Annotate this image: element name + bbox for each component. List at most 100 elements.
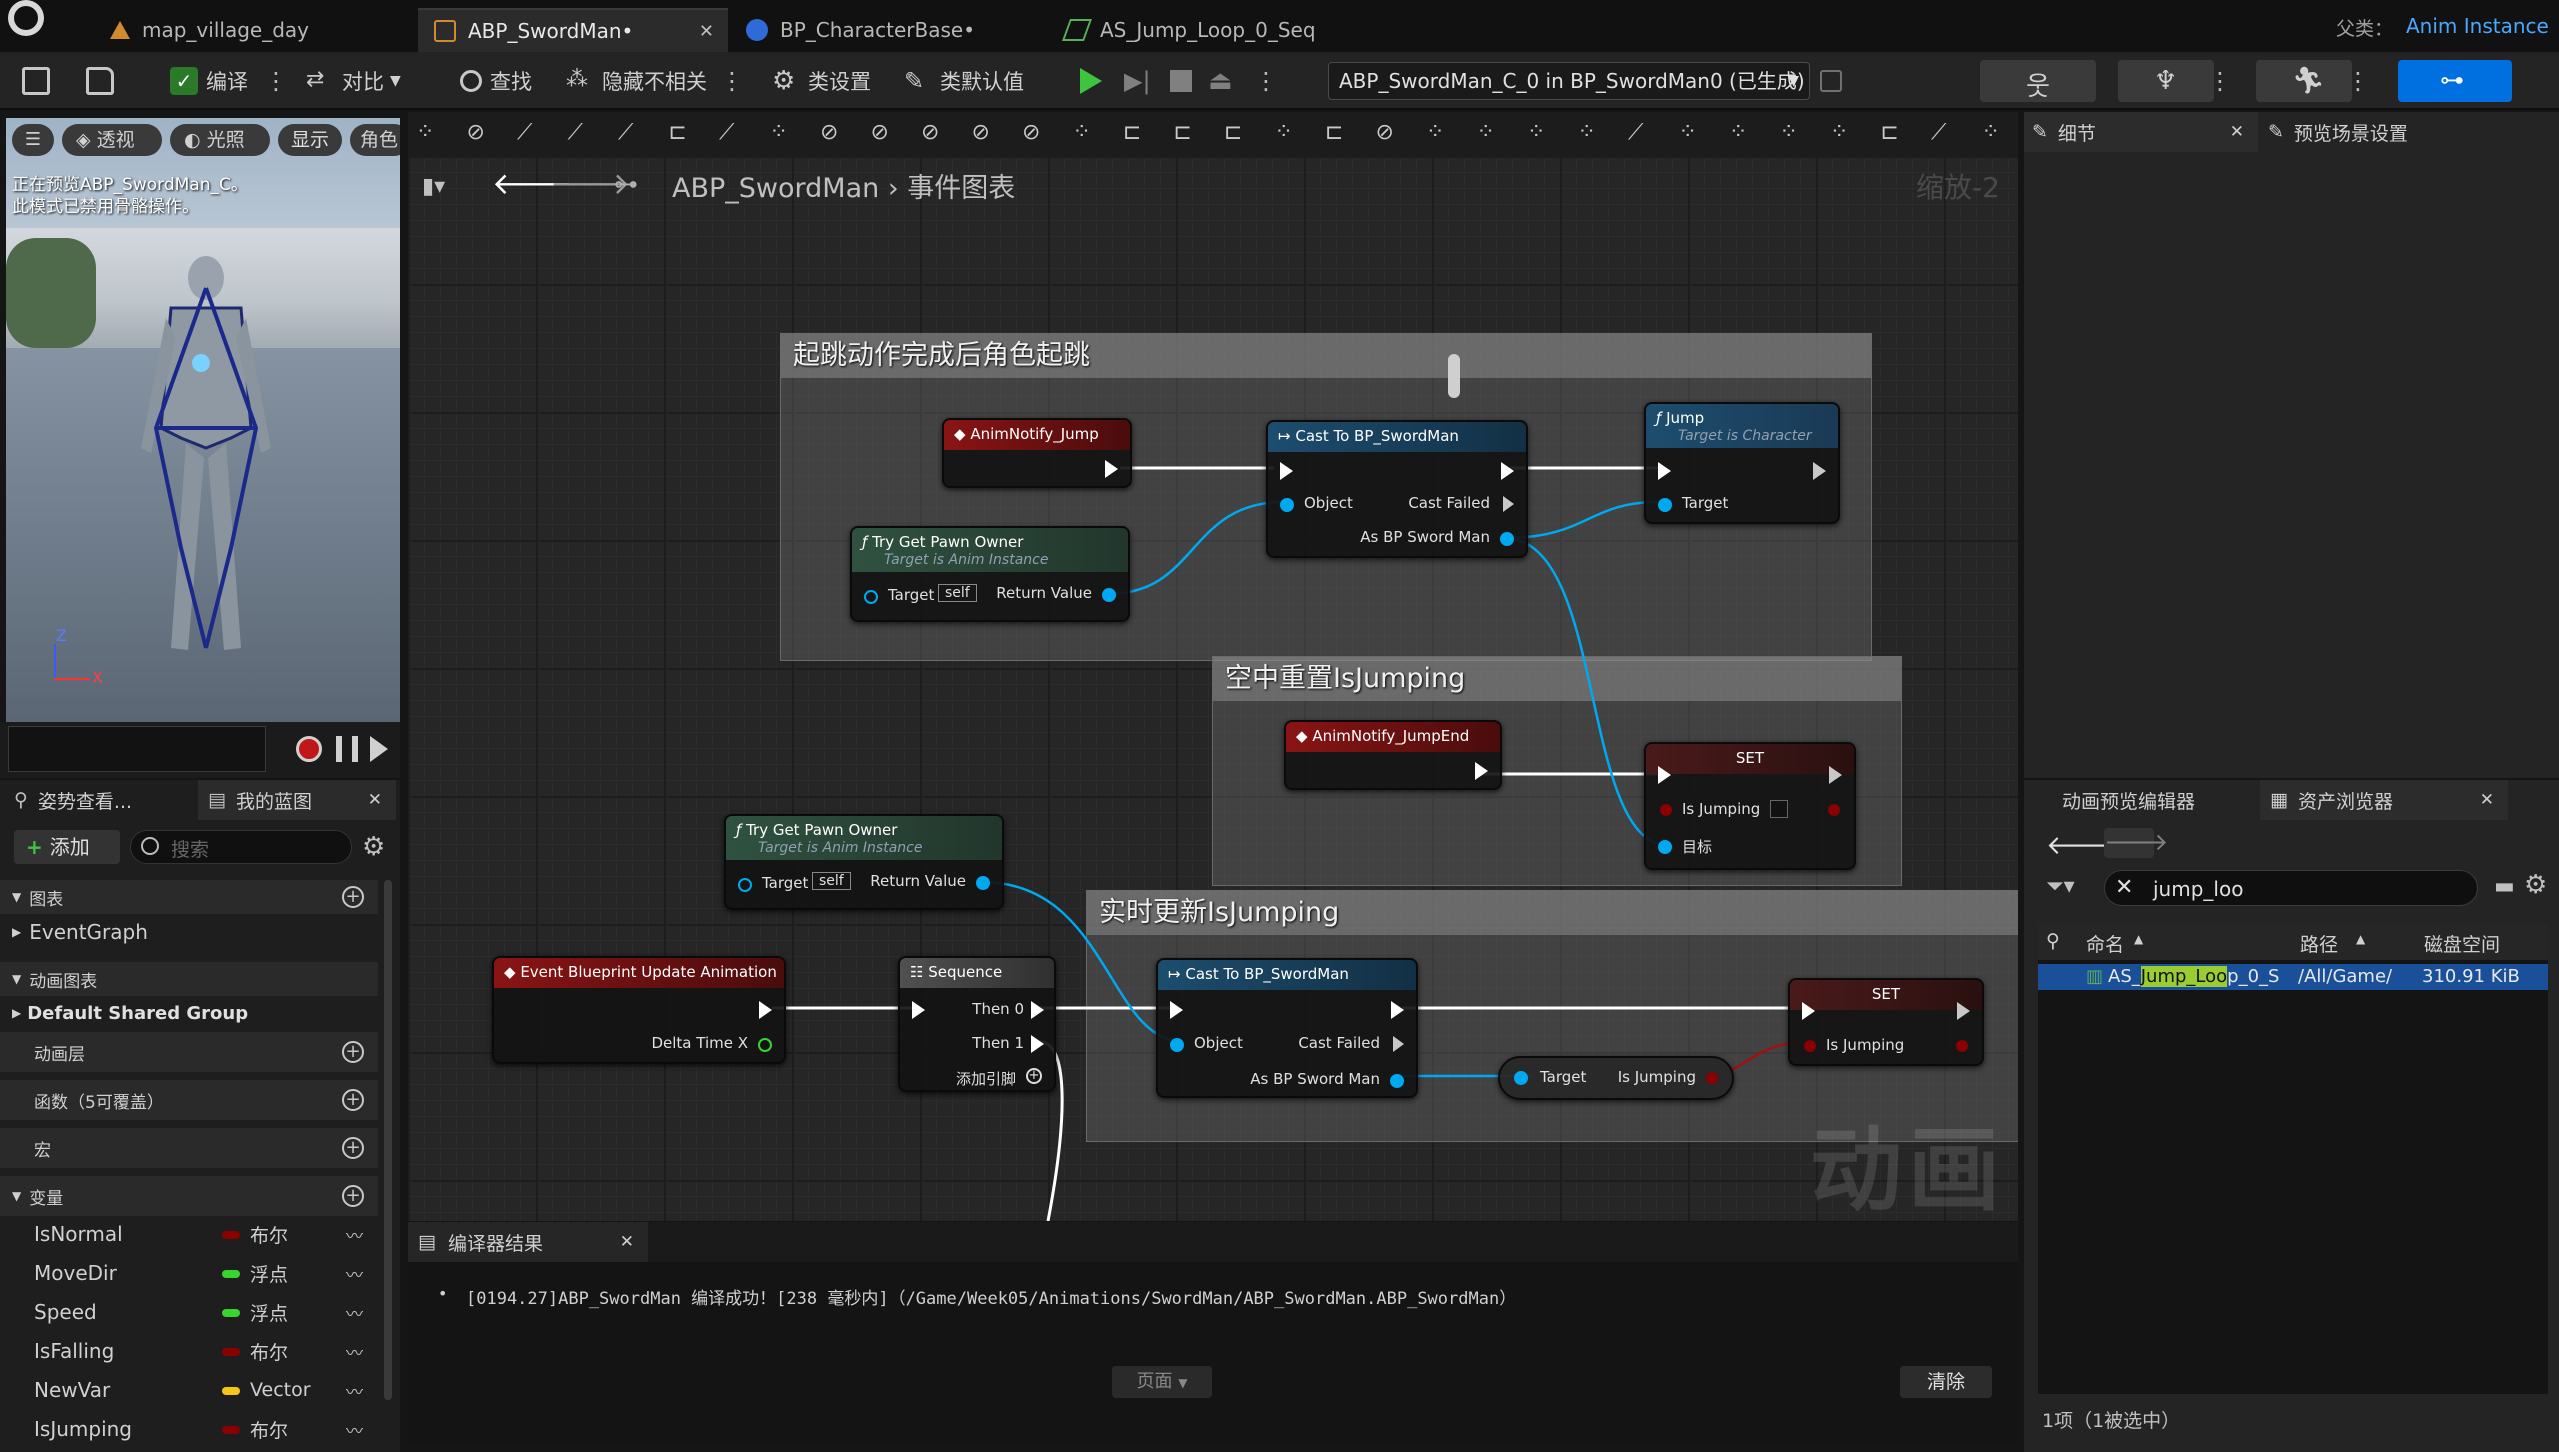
self-field[interactable]: self: [938, 584, 977, 602]
eye-closed-icon[interactable]: 〰: [346, 1261, 363, 1286]
tab-asset-browser[interactable]: ▦ 资产浏览器 ✕: [2260, 780, 2508, 820]
asset-row[interactable]: ▥ AS_Jump_Loop_0_S /All/Game/ 310.91 KiB: [2038, 964, 2548, 990]
graph-tool-icon[interactable]: ⁘: [1830, 120, 1848, 145]
is-jumping-checkbox[interactable]: [1770, 800, 1788, 818]
graph-tool-icon[interactable]: ⁘: [1275, 120, 1293, 145]
graph-tool-icon[interactable]: ⟋: [568, 120, 583, 145]
variable-row[interactable]: IsNormal 布尔 〰: [0, 1216, 378, 1252]
eye-closed-icon[interactable]: 〰: [346, 1417, 363, 1442]
step-forward-button[interactable]: [370, 736, 388, 762]
variable-row[interactable]: MoveDir 浮点 〰: [0, 1255, 378, 1291]
graph-tool-icon[interactable]: ⟋: [1931, 120, 1946, 145]
tab-preview-scene-settings[interactable]: ✎ 预览场景设置: [2268, 112, 2408, 152]
col-disk[interactable]: 磁盘空间: [2424, 930, 2500, 957]
graph-tool-icon[interactable]: ⟋: [1628, 120, 1643, 145]
self-field[interactable]: self: [812, 872, 851, 890]
object-pin[interactable]: [1170, 1038, 1184, 1052]
variable-row[interactable]: Speed 浮点 〰: [0, 1294, 378, 1330]
eye-closed-icon[interactable]: 〰: [346, 1378, 363, 1403]
graph-tool-icon[interactable]: ⊘: [467, 120, 485, 145]
graph-tool-icon[interactable]: ⁘: [1679, 120, 1697, 145]
lit-button[interactable]: ◐ 光照: [170, 124, 270, 156]
save-button[interactable]: [22, 62, 58, 100]
eye-closed-icon[interactable]: 〰: [346, 1300, 363, 1325]
clear-button[interactable]: 清除: [1900, 1366, 1992, 1398]
column-options-icon[interactable]: ⚲: [2046, 930, 2060, 952]
anim-options-menu[interactable]: ⋮: [2346, 62, 2370, 100]
return-value-pin[interactable]: [1102, 588, 1116, 602]
graph-tool-icon[interactable]: ⁘: [1982, 120, 2000, 145]
show-button[interactable]: 显示: [278, 124, 342, 156]
exec-in-pin[interactable]: [1658, 766, 1671, 784]
unreal-logo-icon[interactable]: [8, 0, 44, 36]
node-try-get-pawn-owner-2[interactable]: ƒ Try Get Pawn Owner Target is Anim Inst…: [724, 814, 1004, 910]
is-jumping-pin[interactable]: [1804, 1040, 1816, 1052]
asset-search-input[interactable]: ✕ jump_loo: [2104, 870, 2478, 906]
as-bp-sword-man-pin[interactable]: [1390, 1074, 1404, 1088]
node-anim-notify-jump[interactable]: ◆ AnimNotify_Jump: [942, 418, 1132, 488]
add-button[interactable]: + 添加: [14, 830, 120, 864]
then1-pin[interactable]: [1031, 1035, 1044, 1053]
section-anim-layers[interactable]: 动画层 +: [0, 1032, 378, 1072]
find-button[interactable]: 查找: [460, 62, 532, 100]
graph-tool-icon[interactable]: ⊏: [669, 120, 687, 145]
object-pin[interactable]: [1280, 498, 1294, 512]
graph-tool-icon[interactable]: ⊘: [1022, 120, 1040, 145]
add-function-icon[interactable]: +: [342, 1089, 364, 1111]
graph-tool-icon[interactable]: ⁘: [1780, 120, 1798, 145]
target-pin[interactable]: [1514, 1071, 1528, 1085]
forward-arrow-icon[interactable]: 🡒: [2104, 828, 2168, 858]
exec-out-pin[interactable]: [759, 1001, 772, 1019]
exec-out-pin[interactable]: [1957, 1002, 1970, 1020]
eject-button[interactable]: ⏏: [1208, 62, 1233, 100]
as-bp-sword-man-pin[interactable]: [1500, 532, 1514, 546]
exec-out-pin[interactable]: [1475, 762, 1488, 780]
eye-closed-icon[interactable]: 〰: [346, 1339, 363, 1364]
exec-out-pin[interactable]: [1829, 766, 1842, 784]
section-anim-graphs[interactable]: ▼ 动画图表: [0, 962, 378, 996]
close-icon[interactable]: ✕: [699, 21, 714, 42]
add-macro-icon[interactable]: +: [342, 1137, 364, 1159]
section-variables[interactable]: ▼ 变量 +: [0, 1176, 378, 1216]
debug-target-dropdown[interactable]: ABP_SwordMan_C_0 in BP_SwordMan0 (已生成) ▼: [1328, 62, 1810, 100]
compiler-message[interactable]: [0194.27]ABP_SwordMan 编译成功！[238 毫秒内]（/Ga…: [466, 1284, 1516, 1309]
tab-pose-watch[interactable]: ⚲ 姿势查看...: [14, 780, 132, 820]
play-options-menu[interactable]: ⋮: [1254, 62, 1278, 100]
mode-options-menu[interactable]: ⋮: [2208, 62, 2232, 100]
gear-icon[interactable]: ⚙: [2524, 870, 2547, 900]
close-icon[interactable]: ✕: [620, 1232, 634, 1252]
graph-tool-icon[interactable]: ⁘: [1729, 120, 1747, 145]
perspective-button[interactable]: ◈ 透视: [62, 124, 162, 156]
record-button[interactable]: [296, 736, 322, 762]
add-anim-layer-icon[interactable]: +: [342, 1041, 364, 1063]
is-jumping-pin[interactable]: [1660, 804, 1672, 816]
step-button[interactable]: ▶|: [1124, 62, 1151, 100]
node-event-blueprint-update-animation[interactable]: ◆ Event Blueprint Update Animation Delta…: [492, 956, 786, 1064]
exec-in-pin[interactable]: [1280, 462, 1293, 480]
graph-tool-icon[interactable]: ⊏: [1224, 120, 1242, 145]
graph-tool-icon[interactable]: ⁘: [1073, 120, 1091, 145]
exec-out-pin[interactable]: [1501, 462, 1514, 480]
filter-icon[interactable]: ⏷▾: [2046, 874, 2075, 899]
graph-tool-icon[interactable]: ⊏: [1174, 120, 1192, 145]
graph-tool-icon[interactable]: ⁘: [1426, 120, 1444, 145]
close-icon[interactable]: ✕: [2480, 790, 2494, 810]
graph-tool-icon[interactable]: ⊏: [1325, 120, 1343, 145]
compile-options-menu[interactable]: ⋮: [264, 62, 288, 100]
hide-options-menu[interactable]: ⋮: [720, 62, 744, 100]
character-button[interactable]: 角色: [350, 124, 400, 156]
class-settings-button[interactable]: ⚙ 类设置: [772, 62, 871, 100]
exec-out-pin[interactable]: [1105, 460, 1118, 478]
tab-map-village-day[interactable]: map_village_day: [94, 8, 414, 52]
exec-in-pin[interactable]: [1658, 462, 1671, 480]
compile-button[interactable]: ✓ 编译: [170, 62, 248, 100]
debug-filter-button[interactable]: [1820, 62, 1842, 100]
graph-tool-icon[interactable]: ⟋: [517, 120, 532, 145]
target-pin[interactable]: [864, 590, 878, 604]
col-name[interactable]: 命名: [2086, 930, 2124, 957]
event-graph-canvas[interactable]: ▮▾ 🡐 🡒 ⊶ ABP_SwordMan › 事件图表 缩放-2 起跳动作完成…: [408, 156, 2018, 1221]
exec-out-pin[interactable]: [1813, 462, 1826, 480]
timeline-scrubber[interactable]: [8, 726, 266, 772]
tab-anim-preview-editor[interactable]: 动画预览编辑器: [2062, 780, 2195, 820]
is-jumping-out-pin[interactable]: [1956, 1040, 1968, 1052]
